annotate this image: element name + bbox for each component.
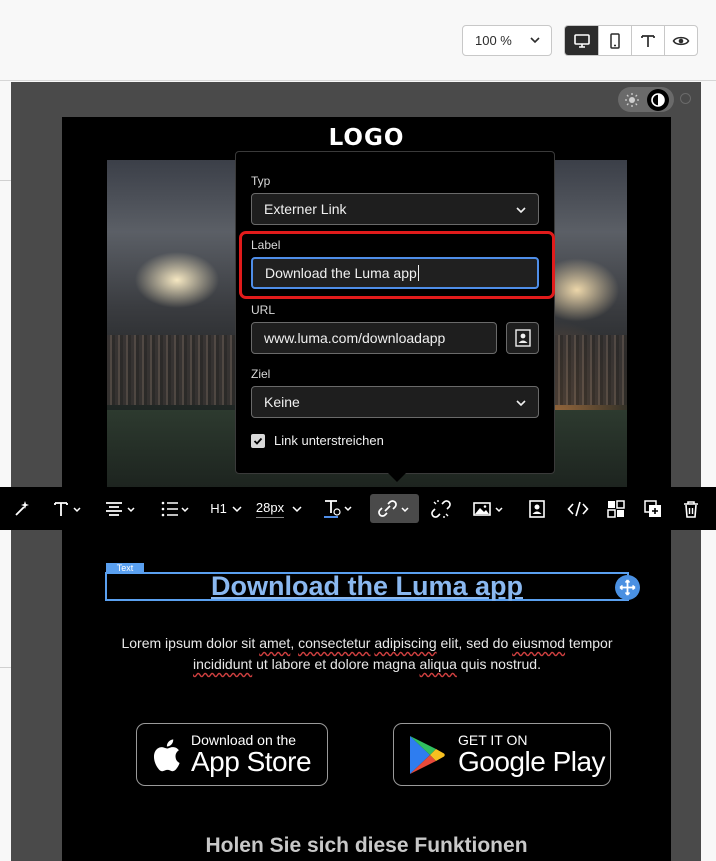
mode-indicator — [680, 93, 691, 104]
text-toolbar: H1 28px — [0, 487, 716, 530]
personalization-icon — [514, 329, 531, 347]
zoom-value: 100 % — [475, 33, 512, 48]
label-value: Download the Luma app — [265, 265, 417, 281]
url-value: www.luma.com/downloadapp — [264, 330, 446, 346]
label-label: Label — [251, 238, 281, 252]
move-handle-icon[interactable] — [615, 575, 640, 600]
app-store-button[interactable]: Download on the App Store — [136, 723, 328, 786]
popover-arrow — [388, 473, 406, 482]
view-mode-group — [564, 25, 698, 56]
sun-icon[interactable] — [621, 89, 643, 111]
google-play-icon — [410, 735, 445, 774]
section-heading: Holen Sie sich diese Funktionen — [205, 834, 528, 857]
mobile-icon — [610, 32, 620, 49]
personalization-button[interactable] — [526, 487, 548, 530]
app-store-small-text: Download on the — [191, 731, 297, 748]
text-format-icon — [54, 501, 81, 516]
checkmark-icon — [253, 437, 263, 445]
unlink-icon — [431, 499, 451, 518]
google-play-big-text: Google Play — [458, 745, 606, 777]
selected-text-block[interactable]: Download the Luma app — [105, 571, 629, 602]
duplicate-icon — [644, 499, 661, 517]
mobile-view-button[interactable] — [598, 26, 631, 55]
eye-icon — [672, 36, 690, 45]
magic-wand-icon — [15, 500, 29, 516]
target-value: Keine — [264, 394, 300, 410]
font-size-dropdown[interactable]: 28px — [252, 487, 306, 530]
delete-button[interactable] — [680, 487, 702, 530]
trash-icon — [684, 500, 698, 518]
list-icon — [161, 501, 189, 516]
underline-label: Link unterstreichen — [274, 433, 384, 448]
align-center-icon — [106, 501, 135, 516]
type-label: Typ — [251, 174, 271, 188]
components-icon — [607, 499, 625, 518]
type-value: Externer Link — [264, 201, 347, 217]
preview-button[interactable] — [664, 26, 697, 55]
components-button[interactable] — [605, 487, 627, 530]
font-size-value: 28px — [255, 500, 285, 518]
google-play-small-text: GET IT ON — [458, 731, 528, 748]
personalization-icon — [529, 499, 545, 518]
chevron-down-icon — [292, 505, 302, 512]
chevron-down-icon — [530, 37, 540, 44]
label-input[interactable]: Download the Luma app — [251, 257, 539, 289]
code-icon — [567, 501, 589, 516]
alignment-dropdown[interactable] — [103, 487, 139, 530]
chevron-down-icon — [516, 207, 526, 214]
source-code-button[interactable] — [566, 487, 590, 530]
apple-icon — [153, 738, 180, 771]
desktop-view-button[interactable] — [565, 26, 598, 55]
target-label: Ziel — [251, 367, 271, 381]
divider — [0, 180, 11, 181]
text-icon — [641, 34, 655, 47]
url-input[interactable]: www.luma.com/downloadapp — [251, 322, 497, 354]
headline-link[interactable]: Download the Luma app — [211, 571, 523, 602]
link-popover: Typ Externer Link Label Download the Lum… — [235, 151, 555, 474]
text-view-button[interactable] — [631, 26, 664, 55]
image-dropdown[interactable] — [472, 487, 508, 530]
link-dropdown[interactable] — [375, 487, 415, 530]
chevron-down-icon — [232, 505, 242, 512]
body-text: Lorem ipsum dolor sit amet, consectetur … — [121, 635, 613, 672]
text-color-icon — [324, 499, 352, 518]
google-play-button[interactable]: GET IT ON Google Play — [393, 723, 611, 786]
type-select[interactable]: Externer Link — [251, 193, 539, 225]
unlink-button[interactable] — [429, 487, 453, 530]
personalize-url-button[interactable] — [506, 322, 539, 354]
underline-checkbox[interactable] — [251, 433, 265, 448]
magic-wand-button[interactable] — [10, 487, 34, 530]
zoom-select[interactable]: 100 % — [462, 25, 552, 56]
heading-level-dropdown[interactable]: H1 — [210, 487, 242, 530]
url-label: URL — [251, 303, 276, 317]
underline-option[interactable]: Link unterstreichen — [251, 433, 384, 448]
divider — [0, 667, 11, 668]
list-dropdown[interactable] — [160, 487, 192, 530]
image-icon — [473, 501, 503, 516]
desktop-icon — [573, 33, 590, 48]
light-dark-toggle[interactable] — [618, 87, 674, 112]
heading-level-value: H1 — [210, 501, 227, 516]
link-icon — [378, 499, 409, 517]
logo: LOGO — [328, 125, 405, 151]
top-bar: 100 % — [0, 0, 716, 81]
contrast-icon[interactable] — [647, 88, 669, 111]
app-store-big-text: App Store — [191, 745, 312, 777]
font-style-dropdown[interactable] — [50, 487, 86, 530]
text-color-dropdown[interactable] — [322, 487, 356, 530]
target-select[interactable]: Keine — [251, 386, 539, 418]
chevron-down-icon — [516, 400, 526, 407]
duplicate-button[interactable] — [642, 487, 664, 530]
text-cursor — [417, 265, 419, 281]
